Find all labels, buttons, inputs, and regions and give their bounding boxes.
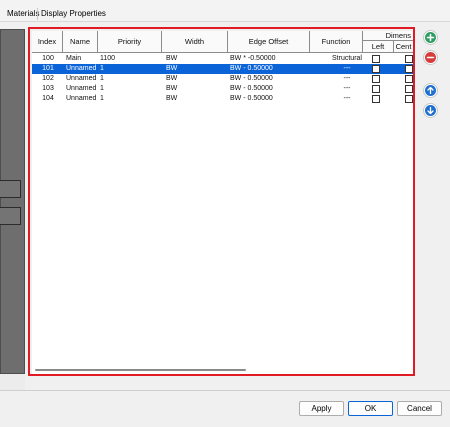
- column-header-index[interactable]: Index: [32, 31, 63, 53]
- dim-center-checkbox[interactable]: [405, 65, 413, 73]
- dim-center-checkbox[interactable]: [405, 75, 413, 83]
- table-row[interactable]: 101 Unnamed 1 BW BW - 0.50000 ---: [32, 64, 413, 74]
- cell-name: Unnamed: [66, 75, 97, 82]
- dim-center-checkbox[interactable]: [405, 95, 413, 103]
- tab-display-properties[interactable]: Display Properties: [41, 9, 106, 19]
- cell-priority: 1: [100, 75, 104, 82]
- remove-layer-button[interactable]: [423, 50, 438, 65]
- cell-edge-offset: BW * -0.50000: [230, 55, 276, 62]
- move-down-button[interactable]: [423, 103, 438, 118]
- column-header-priority[interactable]: Priority: [98, 31, 162, 53]
- cell-priority: 1: [100, 85, 104, 92]
- preview-panel: [0, 29, 25, 374]
- cell-name: Unnamed: [66, 95, 97, 102]
- arrow-down-circle-icon: [425, 105, 436, 116]
- cell-name: Unnamed: [66, 85, 97, 92]
- dim-left-checkbox[interactable]: [372, 75, 380, 83]
- cell-priority: 1: [100, 65, 104, 72]
- column-group-dimensions: Dimens: [363, 31, 413, 41]
- dim-left-checkbox[interactable]: [372, 65, 380, 73]
- cell-edge-offset: BW - 0.50000: [230, 95, 273, 102]
- plus-circle-icon: [425, 32, 436, 43]
- cell-edge-offset: BW - 0.50000: [230, 65, 273, 72]
- dim-left-checkbox[interactable]: [372, 95, 380, 103]
- apply-button[interactable]: Apply: [299, 401, 344, 416]
- cell-name: Unnamed: [66, 65, 97, 72]
- cell-index: 102: [42, 75, 54, 82]
- tab-materials[interactable]: Materials: [7, 9, 39, 19]
- column-header-dim-center[interactable]: Cent: [394, 41, 413, 53]
- table-row[interactable]: 102 Unnamed 1 BW BW - 0.50000 ---: [32, 74, 413, 84]
- cell-index: 101: [42, 65, 54, 72]
- column-header-name[interactable]: Name: [63, 31, 98, 53]
- dim-center-checkbox[interactable]: [405, 55, 413, 63]
- move-up-button[interactable]: [423, 83, 438, 98]
- cell-width: BW: [166, 65, 178, 72]
- column-header-function[interactable]: Function: [310, 31, 363, 53]
- cell-edge-offset: BW - 0.50000: [230, 85, 273, 92]
- preview-footer: [0, 374, 25, 390]
- dim-center-checkbox[interactable]: [405, 85, 413, 93]
- cell-priority: 1: [100, 95, 104, 102]
- layers-table: Index Name Priority Width Edge Offset Fu…: [32, 31, 413, 374]
- cell-width: BW: [166, 55, 178, 62]
- horizontal-scrollbar[interactable]: [35, 369, 246, 371]
- cell-edge-offset: BW - 0.50000: [230, 75, 273, 82]
- highlight-outline: Index Name Priority Width Edge Offset Fu…: [28, 27, 415, 376]
- preview-field[interactable]: [0, 207, 21, 225]
- cell-index: 100: [42, 55, 54, 62]
- ok-button[interactable]: OK: [348, 401, 393, 416]
- tab-bar: Materials Display Properties: [0, 0, 450, 22]
- tab-separator: [37, 8, 38, 20]
- column-header-width[interactable]: Width: [162, 31, 228, 53]
- dim-left-checkbox[interactable]: [372, 85, 380, 93]
- cell-width: BW: [166, 95, 178, 102]
- cell-index: 104: [42, 95, 54, 102]
- table-row[interactable]: 104 Unnamed 1 BW BW - 0.50000 ---: [32, 94, 413, 104]
- table-row[interactable]: 100 Main 1100 BW BW * -0.50000 Structural: [32, 54, 413, 64]
- cell-priority: 1100: [100, 55, 116, 62]
- cell-name: Main: [66, 55, 82, 62]
- arrow-up-circle-icon: [425, 85, 436, 96]
- column-header-dim-left[interactable]: Left: [363, 41, 394, 53]
- dim-left-checkbox[interactable]: [372, 55, 380, 63]
- cell-index: 103: [42, 85, 54, 92]
- preview-field[interactable]: [0, 180, 21, 198]
- cancel-button[interactable]: Cancel: [397, 401, 442, 416]
- cell-width: BW: [166, 85, 178, 92]
- table-row[interactable]: 103 Unnamed 1 BW BW - 0.50000 ---: [32, 84, 413, 94]
- column-header-edge-offset[interactable]: Edge Offset: [228, 31, 310, 53]
- minus-circle-icon: [425, 52, 436, 63]
- cell-width: BW: [166, 75, 178, 82]
- footer-divider: [0, 390, 450, 391]
- add-layer-button[interactable]: [423, 30, 438, 45]
